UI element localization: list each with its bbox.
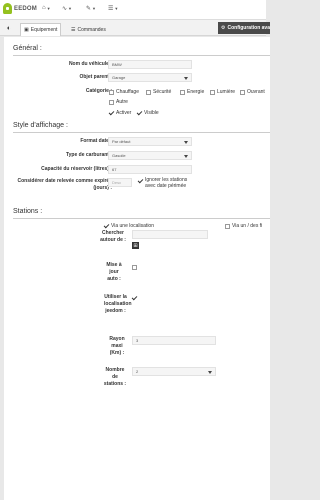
stations-count-value: 2 — [136, 369, 139, 374]
top-navbar: EEDOM ⌂ ▼ ∿ ▼ ✎ ▼ ☰ ▼ — [0, 0, 266, 20]
visible-label: Visible — [144, 110, 159, 116]
chevron-down-icon: ▼ — [68, 6, 72, 11]
date-format-select[interactable]: Par défaut — [108, 137, 192, 146]
auto-update-checkbox[interactable] — [132, 265, 137, 270]
stations-count-select[interactable]: 2 — [132, 367, 216, 376]
chevron-down-icon — [184, 141, 188, 144]
category-label: Catégorie : — [85, 88, 112, 94]
section-stations-title: Stations : — [13, 208, 43, 215]
analysis-menu[interactable]: ∿ ▼ — [62, 5, 72, 12]
divider — [13, 132, 270, 133]
section-display-title: Style d'affichage : — [13, 122, 68, 129]
via-other-label: Via un / des fi — [232, 223, 263, 229]
category-checkbox-energie[interactable] — [180, 90, 185, 95]
category-checkbox-ouvrant[interactable] — [240, 90, 245, 95]
category-checkbox-chauffage[interactable] — [109, 90, 114, 95]
gear-icon: ⚙ — [221, 25, 226, 31]
advanced-config-button[interactable]: ⚙ Configuration ava — [218, 22, 270, 34]
search-around-input[interactable] — [132, 230, 208, 239]
use-location-label: Utiliser la localisation jeedom : — [104, 294, 132, 314]
chevron-down-icon: ▼ — [92, 6, 96, 11]
home-menu[interactable]: ⌂ ▼ — [42, 5, 51, 11]
category-label-autre: Autre — [116, 99, 128, 105]
date-format-value: Par défaut — [112, 139, 131, 144]
category-label-chauffage: Chauffage — [116, 89, 139, 95]
parent-object-value: Garage — [112, 75, 126, 80]
ignore-expired-checkbox[interactable] — [138, 179, 143, 184]
analysis-icon: ∿ — [62, 6, 68, 12]
tools-menu[interactable]: ✎ ▼ — [86, 5, 96, 12]
category-label-securite: Sécurité — [153, 89, 172, 95]
tank-capacity-input[interactable]: 67 — [108, 165, 192, 174]
fuel-type-select[interactable]: Gasoile — [108, 151, 192, 160]
expired-days-label: Considérer date relevée comme expirée (j… — [17, 178, 113, 191]
expired-days-input[interactable]: Desc — [108, 178, 132, 187]
category-label-lumiere: Lumière — [217, 89, 236, 95]
section-general-title: Général : — [13, 45, 42, 52]
tab-equipment-label: Equipement — [30, 27, 58, 33]
home-icon: ⌂ — [42, 5, 46, 11]
jeedom-logo[interactable]: EEDOM — [3, 3, 37, 14]
auto-update-label: Mise à jour auto : — [106, 262, 122, 282]
category-checkbox-securite[interactable] — [146, 90, 151, 95]
tab-bar: ◐ ▣ Equipement ☰ Commandes ⚙ Configurati… — [0, 20, 270, 36]
category-label-ouvrant: Ouvrant — [247, 89, 265, 95]
back-button[interactable]: ◐ — [2, 23, 16, 34]
search-around-label: Chercher autour de : — [100, 230, 126, 243]
tab-commands-label: Commandes — [77, 26, 106, 33]
chevron-down-icon: ▼ — [46, 5, 51, 11]
radius-label: Rayon maxi (Km) : — [109, 336, 125, 356]
list-menu[interactable]: ☰ ▼ — [108, 5, 118, 12]
chevron-down-icon — [184, 155, 188, 158]
fuel-type-label: Type de carburant : — [65, 152, 112, 158]
radius-input[interactable]: 3 — [132, 336, 216, 345]
car-icon: ▣ — [24, 27, 29, 33]
activate-checkbox[interactable] — [109, 111, 114, 116]
list-icon: ☰ — [108, 6, 114, 12]
tab-commands[interactable]: ☰ Commandes — [68, 23, 109, 36]
list-icon: ☰ — [71, 26, 76, 33]
logo-icon — [3, 3, 12, 14]
advanced-config-label: Configuration ava — [227, 25, 270, 31]
logo-text: EEDOM — [14, 5, 38, 12]
use-location-checkbox[interactable] — [132, 296, 137, 301]
parent-object-select[interactable]: Garage — [108, 73, 192, 82]
chevron-down-icon — [208, 371, 212, 374]
visible-checkbox[interactable] — [137, 111, 142, 116]
stations-count-label: Nombre de stations : — [103, 367, 127, 387]
via-location-radio[interactable] — [104, 224, 109, 229]
parent-object-label: Objet parent : — [79, 74, 112, 80]
vehicle-name-input[interactable]: BMW — [108, 60, 192, 69]
chevron-down-icon — [184, 77, 188, 80]
map-marker-icon: ⊞ — [133, 242, 138, 249]
fuel-type-value: Gasoile — [112, 153, 126, 158]
via-location-label: Via une localisation — [111, 223, 154, 229]
ignore-expired-label: Ignorer les stations avec date périmée — [145, 177, 188, 189]
divider — [13, 55, 270, 56]
divider — [13, 218, 270, 219]
chevron-down-icon: ▼ — [114, 6, 119, 11]
category-checkbox-lumiere[interactable] — [210, 90, 215, 95]
back-icon: ◐ — [6, 25, 12, 32]
via-other-radio[interactable] — [225, 224, 230, 229]
date-format-label: Format date : — [80, 138, 112, 144]
equipment-panel: Général : Nom du véhicule : BMW Objet pa… — [4, 37, 270, 500]
tank-capacity-label: Capacité du réservoir (litres) : — [41, 166, 112, 172]
category-label-energie: Energie — [187, 89, 205, 95]
location-picker-button[interactable]: ⊞ — [132, 242, 139, 249]
category-checkbox-autre[interactable] — [109, 100, 114, 105]
tab-equipment[interactable]: ▣ Equipement — [20, 23, 62, 36]
vehicle-name-label: Nom du véhicule : — [68, 61, 112, 67]
tools-icon: ✎ — [86, 6, 92, 12]
activate-label: Activer — [116, 110, 132, 116]
